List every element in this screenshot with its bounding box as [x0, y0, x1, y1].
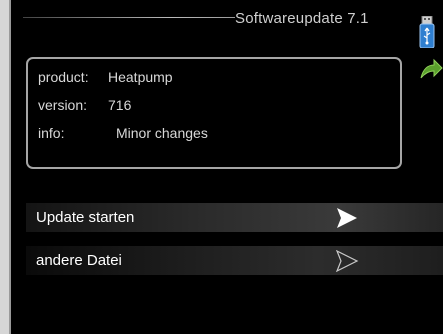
- page-title: Softwareupdate 7.1: [235, 10, 369, 27]
- play-arrow-filled-icon: [335, 207, 359, 229]
- menu-item-label: andere Datei: [36, 252, 122, 269]
- update-info-box: product: Heatpump version: 716 info: Min…: [26, 57, 402, 169]
- back-arrow-icon[interactable]: [419, 58, 443, 80]
- info-value: 716: [108, 97, 132, 113]
- info-value: Heatpump: [108, 69, 173, 85]
- display-screen: Softwareupdate 7.1 product: Heatpump ver…: [11, 0, 443, 334]
- info-key: product:: [38, 69, 89, 85]
- info-key: version:: [38, 97, 88, 113]
- play-arrow-outline-icon: [335, 249, 359, 273]
- menu-item-update-starten[interactable]: Update starten: [26, 203, 443, 232]
- info-key: info:: [38, 125, 65, 141]
- info-value: Minor changes: [116, 125, 208, 141]
- left-frame-border: [0, 0, 11, 334]
- usb-stick-icon: [419, 15, 435, 49]
- menu-item-andere-datei[interactable]: andere Datei: [26, 246, 443, 275]
- menu-item-label: Update starten: [36, 209, 135, 226]
- title-rule: [23, 17, 235, 18]
